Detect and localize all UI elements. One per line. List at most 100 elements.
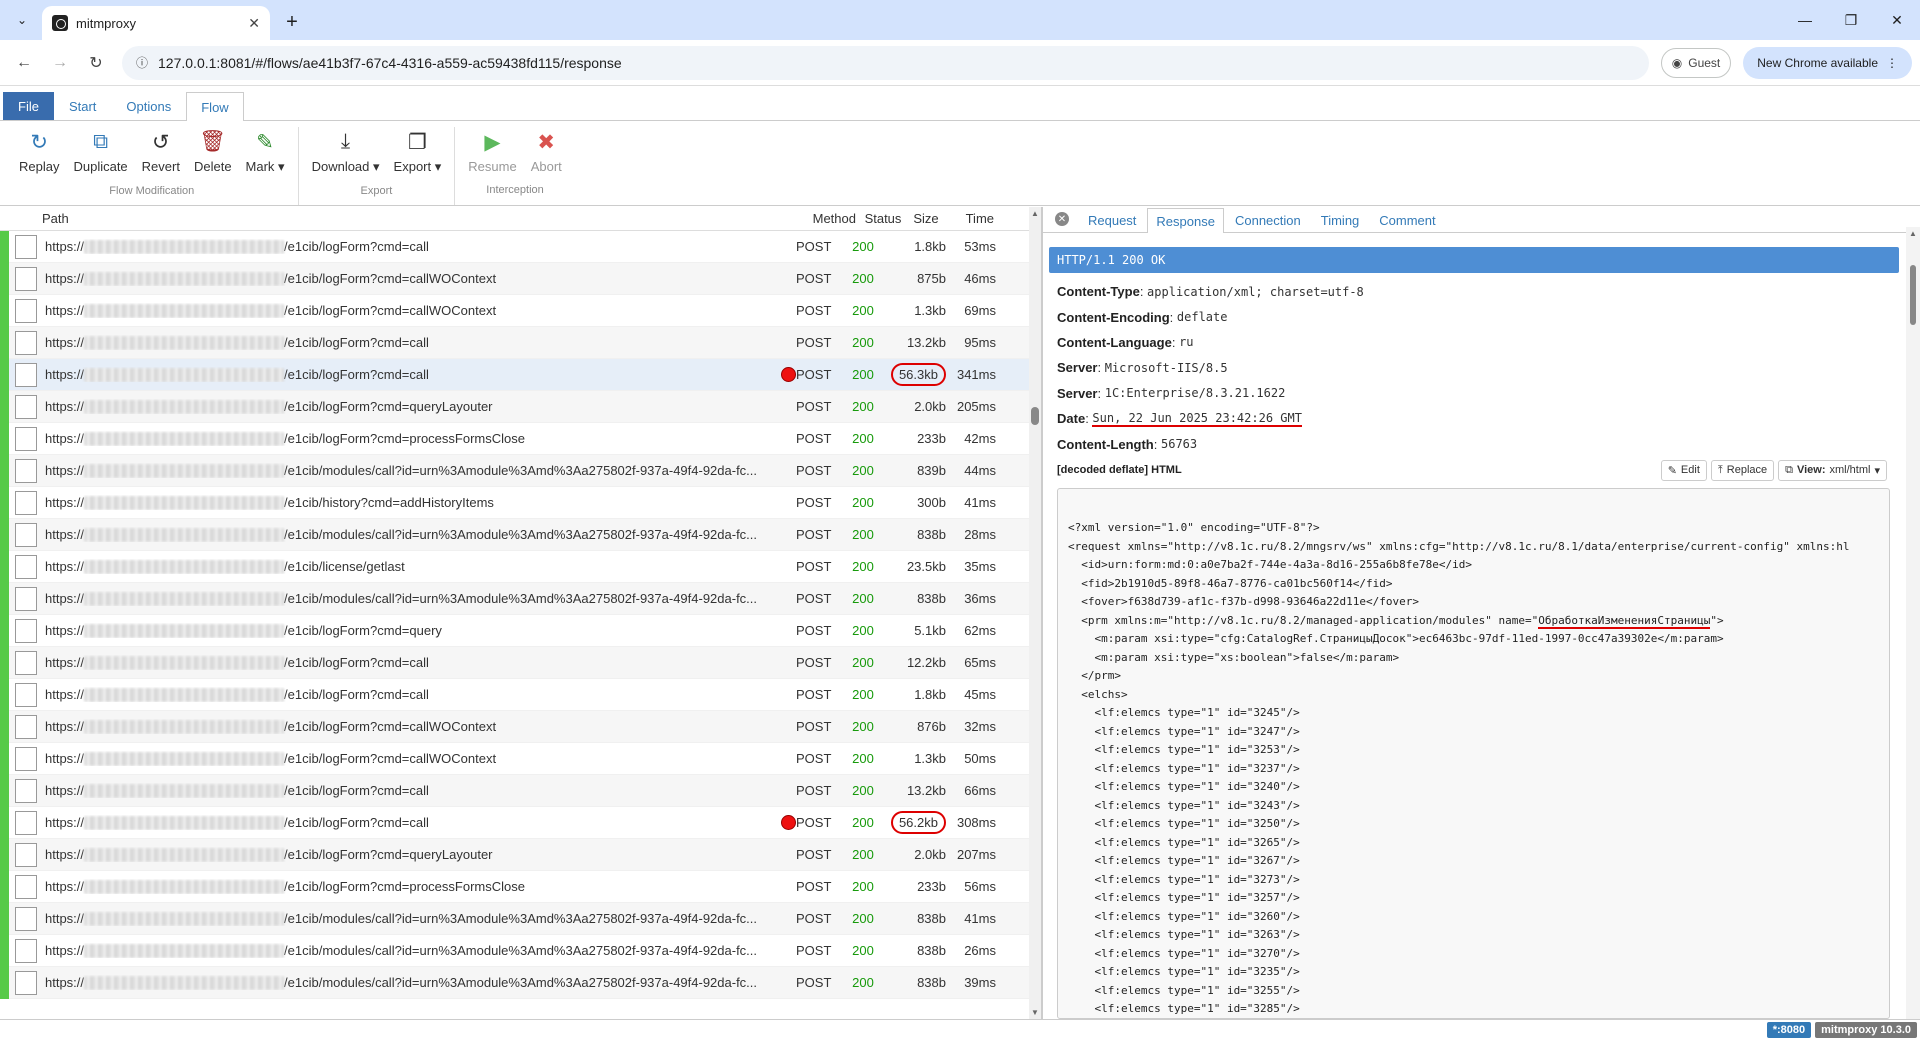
flow-icon bbox=[15, 554, 37, 579]
response-body[interactable]: <?xml version="1.0" encoding="UTF-8"?> <r… bbox=[1057, 488, 1890, 1019]
code-line: <lf:elemcs type="1" id="3250"/> bbox=[1068, 817, 1300, 830]
flow-row[interactable]: https:///e1cib/logForm?cmd=call POST 200 56… bbox=[0, 358, 1030, 391]
response-header[interactable]: Server: Microsoft-IIS/8.5 bbox=[1057, 355, 1887, 380]
flow-row[interactable]: https:///e1cib/logForm?cmd=call POST 200 13… bbox=[0, 326, 1030, 359]
replace-button[interactable]: ⤒ Replace bbox=[1710, 459, 1775, 481]
response-header[interactable]: Content-Type: application/xml; charset=u… bbox=[1057, 279, 1887, 304]
flow-row[interactable]: https:///e1cib/modules/call?id=urn%3Amod… bbox=[0, 934, 1030, 967]
tab-comment[interactable]: Comment bbox=[1370, 208, 1444, 232]
more-menu-icon[interactable]: ⋮ bbox=[1886, 56, 1898, 70]
forward-icon[interactable]: → bbox=[44, 47, 76, 79]
col-size[interactable]: Size bbox=[906, 211, 946, 226]
flow-row[interactable]: https:///e1cib/logForm?cmd=callWOContext… bbox=[0, 262, 1030, 295]
flow-row[interactable]: https:///e1cib/logForm?cmd=call POST 200 56… bbox=[0, 806, 1030, 839]
flow-row[interactable]: https:///e1cib/license/getlast POST 200 23.… bbox=[0, 550, 1030, 583]
new-tab-button[interactable]: + bbox=[278, 8, 306, 36]
tab-connection[interactable]: Connection bbox=[1226, 208, 1310, 232]
close-detail-icon[interactable]: ✕ bbox=[1055, 212, 1069, 226]
scroll-up-icon[interactable]: ▲ bbox=[1909, 229, 1917, 238]
flow-row[interactable]: https:///e1cib/logForm?cmd=call POST 200 13… bbox=[0, 774, 1030, 807]
flow-row[interactable]: https:///e1cib/logForm?cmd=queryLayouter… bbox=[0, 838, 1030, 871]
header-colon: : bbox=[1169, 309, 1177, 325]
flow-row[interactable]: https:///e1cib/logForm?cmd=call POST 200 12… bbox=[0, 646, 1030, 679]
col-time[interactable]: Time bbox=[946, 211, 1008, 226]
flow-row[interactable]: https:///e1cib/logForm?cmd=call POST 200 1.… bbox=[0, 230, 1030, 263]
scroll-down-icon[interactable]: ▼ bbox=[1031, 1008, 1039, 1017]
flow-row[interactable]: https:///e1cib/modules/call?id=urn%3Amod… bbox=[0, 582, 1030, 615]
tab-search-button[interactable]: ⌄ bbox=[8, 6, 36, 34]
browser-tab[interactable]: mitmproxy ✕ bbox=[42, 6, 270, 40]
guest-profile-button[interactable]: ◉ Guest bbox=[1660, 47, 1732, 78]
flow-row[interactable]: https:///e1cib/logForm?cmd=queryLayouter… bbox=[0, 390, 1030, 423]
flow-row[interactable]: https:///e1cib/logForm?cmd=call POST 200 1.… bbox=[0, 678, 1030, 711]
flow-row[interactable]: https:///e1cib/modules/call?id=urn%3Amod… bbox=[0, 454, 1030, 487]
flow-path: https:///e1cib/modules/call?id=urn%3Amod… bbox=[45, 974, 758, 991]
delete-button[interactable]: 🗑 Delete bbox=[189, 127, 237, 175]
response-header[interactable]: Content-Length: 56763 bbox=[1057, 431, 1887, 456]
flow-row[interactable]: https:///e1cib/modules/call?id=urn%3Amod… bbox=[0, 966, 1030, 999]
mitm-menu-tabs: File Start Options Flow bbox=[0, 86, 1920, 121]
response-header[interactable]: Date: Sun, 22 Jun 2025 23:42:26 GMT bbox=[1057, 406, 1887, 431]
browser-titlebar: ⌄ mitmproxy ✕ + — ❐ ✕ bbox=[0, 0, 1920, 40]
flow-status: 200 bbox=[852, 591, 874, 606]
export-button[interactable]: ❐ Export ▾ bbox=[389, 127, 447, 175]
chrome-update-button[interactable]: New Chrome available ⋮ bbox=[1743, 46, 1912, 79]
col-status[interactable]: Status bbox=[860, 211, 906, 226]
flow-row[interactable]: https:///e1cib/modules/call?id=urn%3Amod… bbox=[0, 518, 1030, 551]
close-tab-icon[interactable]: ✕ bbox=[248, 15, 260, 32]
tab-options[interactable]: Options bbox=[111, 92, 186, 120]
reload-icon[interactable]: ↻ bbox=[80, 47, 112, 79]
tab-timing[interactable]: Timing bbox=[1312, 208, 1369, 232]
status-line[interactable]: HTTP/1.1 200 OK bbox=[1049, 247, 1899, 273]
flow-list-scrollbar[interactable]: ▲ ▼ bbox=[1029, 207, 1041, 1019]
flow-row[interactable]: https:///e1cib/modules/call?id=urn%3Amod… bbox=[0, 902, 1030, 935]
resume-button[interactable]: ▶ Resume bbox=[463, 127, 521, 175]
restore-icon[interactable]: ❐ bbox=[1828, 0, 1874, 40]
response-header[interactable]: Server: 1C:Enterprise/8.3.21.1622 bbox=[1057, 381, 1887, 406]
col-method[interactable]: Method bbox=[798, 211, 860, 226]
url-text[interactable]: 127.0.0.1:8081/#/flows/ae41b3f7-67c4-431… bbox=[158, 55, 622, 71]
scrollbar-thumb[interactable] bbox=[1031, 407, 1039, 425]
listen-port-badge: *:8080 bbox=[1766, 1021, 1812, 1038]
flow-method: POST bbox=[796, 399, 832, 414]
tab-response[interactable]: Response bbox=[1147, 208, 1224, 233]
tab-flow[interactable]: Flow bbox=[186, 92, 244, 121]
code-line: <lf:elemcs type="1" id="3253"/> bbox=[1068, 743, 1300, 756]
minimize-icon[interactable]: — bbox=[1782, 0, 1828, 40]
flow-size: 839b bbox=[917, 463, 946, 478]
col-path[interactable]: Path bbox=[42, 211, 798, 226]
flow-row[interactable]: https:///e1cib/logForm?cmd=callWOContext… bbox=[0, 710, 1030, 743]
flow-row[interactable]: https:///e1cib/logForm?cmd=processFormsC… bbox=[0, 422, 1030, 455]
close-window-icon[interactable]: ✕ bbox=[1874, 0, 1920, 40]
code-line: <lf:elemcs type="1" id="3243"/> bbox=[1068, 798, 1300, 812]
back-icon[interactable]: ← bbox=[8, 47, 40, 79]
site-info-icon[interactable]: ⓘ bbox=[136, 54, 148, 71]
scroll-up-icon[interactable]: ▲ bbox=[1031, 209, 1039, 218]
scrollbar-thumb[interactable] bbox=[1910, 265, 1916, 325]
flow-row[interactable]: https:///e1cib/logForm?cmd=processFormsC… bbox=[0, 870, 1030, 903]
header-key: Server bbox=[1057, 360, 1098, 376]
flow-row[interactable]: https:///e1cib/logForm?cmd=callWOContext… bbox=[0, 742, 1030, 775]
response-header[interactable]: Content-Language: ru bbox=[1057, 330, 1887, 355]
group-title-flow-modification: Flow Modification bbox=[109, 185, 195, 197]
replay-button[interactable]: ↻ Replay bbox=[14, 127, 64, 175]
mark-button[interactable]: ✎ Mark ▾ bbox=[241, 127, 290, 175]
revert-button[interactable]: ↺ Revert bbox=[137, 127, 185, 175]
edit-button[interactable]: ✎ Edit bbox=[1660, 459, 1707, 481]
tab-request[interactable]: Request bbox=[1079, 208, 1145, 232]
duplicate-button[interactable]: ⧉ Duplicate bbox=[68, 127, 132, 175]
header-colon: : bbox=[1097, 385, 1105, 401]
flow-row[interactable]: https:///e1cib/logForm?cmd=query POST 200 5… bbox=[0, 614, 1030, 647]
upload-icon: ⤒ bbox=[1717, 463, 1723, 476]
flow-row[interactable]: https:///e1cib/logForm?cmd=callWOContext… bbox=[0, 294, 1030, 327]
download-button[interactable]: ⤓ Download ▾ bbox=[307, 127, 385, 175]
address-bar[interactable]: ⓘ 127.0.0.1:8081/#/flows/ae41b3f7-67c4-4… bbox=[122, 45, 1649, 80]
detail-scrollbar[interactable]: ▲ bbox=[1906, 227, 1920, 1019]
tab-start[interactable]: Start bbox=[54, 92, 111, 120]
response-header[interactable]: Content-Encoding: deflate bbox=[1057, 304, 1887, 329]
view-mode-select[interactable]: ⧉ View: xml/html ▾ bbox=[1778, 459, 1887, 481]
flow-row[interactable]: https:///e1cib/history?cmd=addHistoryIte… bbox=[0, 486, 1030, 519]
flow-method: POST bbox=[796, 783, 832, 798]
tab-file[interactable]: File bbox=[3, 92, 54, 120]
abort-button[interactable]: ✖ Abort bbox=[526, 127, 567, 175]
